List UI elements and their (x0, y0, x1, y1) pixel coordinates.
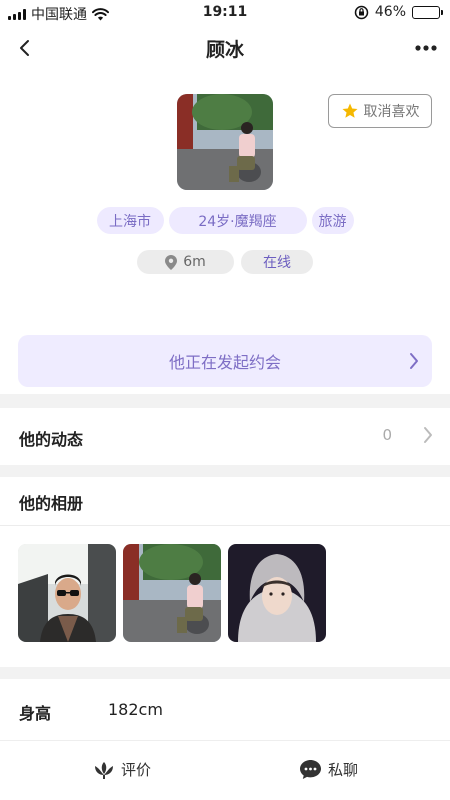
online-status-badge: 在线 (241, 250, 313, 274)
moments-label: 他的动态 (19, 430, 84, 449)
distance-value: 6m (183, 254, 206, 270)
unlike-label: 取消喜欢 (363, 104, 420, 120)
more-dots-icon[interactable] (412, 34, 440, 62)
profile-tags: 上海市 24岁·魔羯座 旅游 (0, 207, 450, 234)
album-photo[interactable] (228, 544, 326, 642)
tag-city: 上海市 (96, 207, 164, 234)
moments-row[interactable]: 他的动态 0 (0, 408, 450, 465)
nav-bar: 顾冰 (0, 26, 450, 70)
chat-bubble-icon (300, 760, 321, 779)
moments-count: 0 (382, 426, 392, 444)
orientation-lock-icon (354, 5, 369, 19)
distance-chip: 6m (137, 250, 234, 274)
lotus-icon (95, 761, 113, 779)
date-invite-label: 他正在发起约会 (168, 353, 281, 372)
bottom-action-bar: 评价 私聊 (0, 740, 450, 800)
tag-age-sign: 24岁·魔羯座 (168, 207, 307, 234)
location-pin-icon (165, 254, 178, 270)
private-chat-button[interactable]: 私聊 (299, 759, 358, 780)
review-label: 评价 (121, 761, 152, 779)
album-photo[interactable] (123, 544, 221, 642)
battery-percent: 46% (374, 4, 406, 20)
review-button[interactable]: 评价 (93, 759, 151, 780)
section-gap (0, 394, 450, 408)
section-gap (0, 465, 450, 477)
battery-icon (412, 5, 443, 19)
tag-interest: 旅游 (311, 207, 354, 234)
page-title: 顾冰 (205, 39, 244, 61)
height-label: 身高 (19, 704, 52, 723)
height-value: 182cm (108, 700, 163, 719)
chevron-right-icon (410, 353, 418, 369)
date-invite-banner[interactable]: 他正在发起约会 (18, 335, 432, 387)
album-header: 他的相册 (0, 477, 450, 525)
status-bar: 中国联通 19:11 46% (0, 0, 450, 26)
chevron-right-icon (424, 427, 432, 443)
chat-label: 私聊 (328, 761, 359, 779)
album-photo[interactable] (18, 544, 116, 642)
section-gap (0, 667, 450, 679)
star-icon (342, 103, 357, 118)
album-photos (18, 544, 326, 642)
album-label: 他的相册 (19, 494, 84, 513)
divider (0, 525, 450, 526)
profile-meta: 6m 在线 (0, 250, 450, 274)
avatar[interactable] (177, 94, 273, 190)
unlike-button[interactable]: 取消喜欢 (328, 94, 432, 128)
